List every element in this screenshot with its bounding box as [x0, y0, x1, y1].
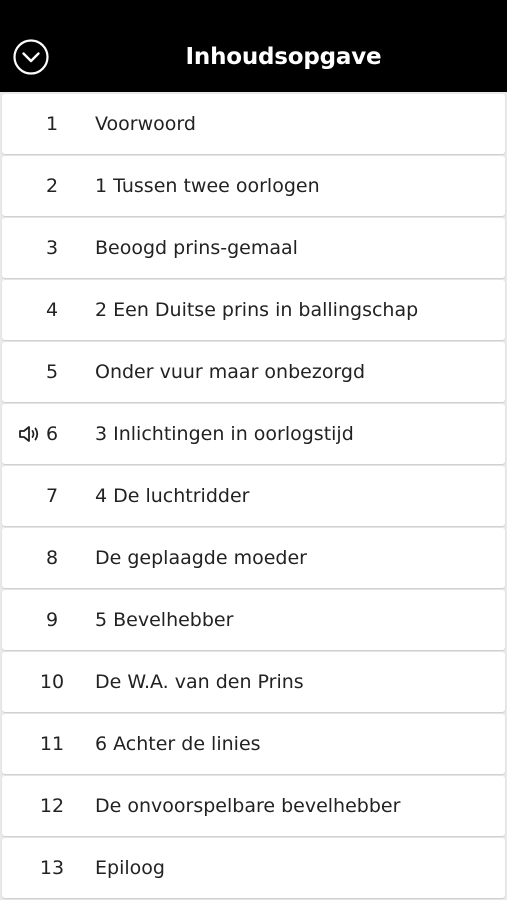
- toc-item-label: 4 De luchtridder: [95, 485, 250, 507]
- toc-item-label: 6 Achter de linies: [95, 733, 261, 755]
- toc-item-number: 12: [39, 795, 65, 817]
- toc-item-number: 9: [45, 609, 59, 631]
- toc-item-number: 4: [45, 299, 59, 321]
- toc-item[interactable]: 12 De onvoorspelbare bevelhebber: [2, 776, 505, 836]
- toc-item[interactable]: 8 De geplaagde moeder: [2, 528, 505, 588]
- toc-item-number: 13: [39, 857, 65, 879]
- toc-item-label: 3 Inlichtingen in oorlogstijd: [95, 423, 354, 445]
- toc-item-number: 11: [39, 733, 65, 755]
- toc-item[interactable]: 9 5 Bevelhebber: [2, 590, 505, 650]
- toc-item[interactable]: 1 Voorwoord: [2, 94, 505, 154]
- toc-item[interactable]: 5 Onder vuur maar onbezorgd: [2, 342, 505, 402]
- toc-item-label: Voorwoord: [95, 113, 196, 135]
- toc-item[interactable]: 3 Beoogd prins-gemaal: [2, 218, 505, 278]
- toc-item-number: 1: [45, 113, 59, 135]
- toc-item-number: 7: [45, 485, 59, 507]
- toc-item-number: 3: [45, 237, 59, 259]
- toc-item[interactable]: 6 3 Inlichtingen in oorlogstijd: [2, 404, 505, 464]
- toc-item-number: 5: [45, 361, 59, 383]
- toc-item-label: Onder vuur maar onbezorgd: [95, 361, 366, 383]
- toc-item-label: 5 Bevelhebber: [95, 609, 234, 631]
- toc-item-label: 2 Een Duitse prins in ballingschap: [95, 299, 419, 321]
- close-toc-button[interactable]: [13, 39, 49, 75]
- toc-item-label: De geplaagde moeder: [95, 547, 307, 569]
- toc-item-number: 2: [45, 175, 59, 197]
- toc-item[interactable]: 11 6 Achter de linies: [2, 714, 505, 774]
- toc-item[interactable]: 4 2 Een Duitse prins in ballingschap: [2, 280, 505, 340]
- page-title: Inhoudsopgave: [185, 44, 382, 70]
- toc-item[interactable]: 13 Epiloog: [2, 838, 505, 898]
- toc-item-label: Beoogd prins-gemaal: [95, 237, 298, 259]
- toc-item-label: Epiloog: [95, 857, 165, 879]
- toc-item-number: 8: [45, 547, 59, 569]
- toc-item[interactable]: 10 De W.A. van den Prins: [2, 652, 505, 712]
- toc-item-label: De W.A. van den Prins: [95, 671, 304, 693]
- toc-item[interactable]: 7 4 De luchtridder: [2, 466, 505, 526]
- toc-item-number: 10: [39, 671, 65, 693]
- toc-item-number: 6: [45, 423, 59, 445]
- toc-item-label: 1 Tussen twee oorlogen: [95, 175, 320, 197]
- toc-list: 1 Voorwoord 2 1 Tussen twee oorlogen 3 Beoogd…: [0, 92, 507, 898]
- chevron-down-circle-icon: [13, 39, 49, 75]
- toc-item[interactable]: 2 1 Tussen twee oorlogen: [2, 156, 505, 216]
- header-bar: Inhoudsopgave: [0, 0, 507, 92]
- toc-item-label: De onvoorspelbare bevelhebber: [95, 795, 401, 817]
